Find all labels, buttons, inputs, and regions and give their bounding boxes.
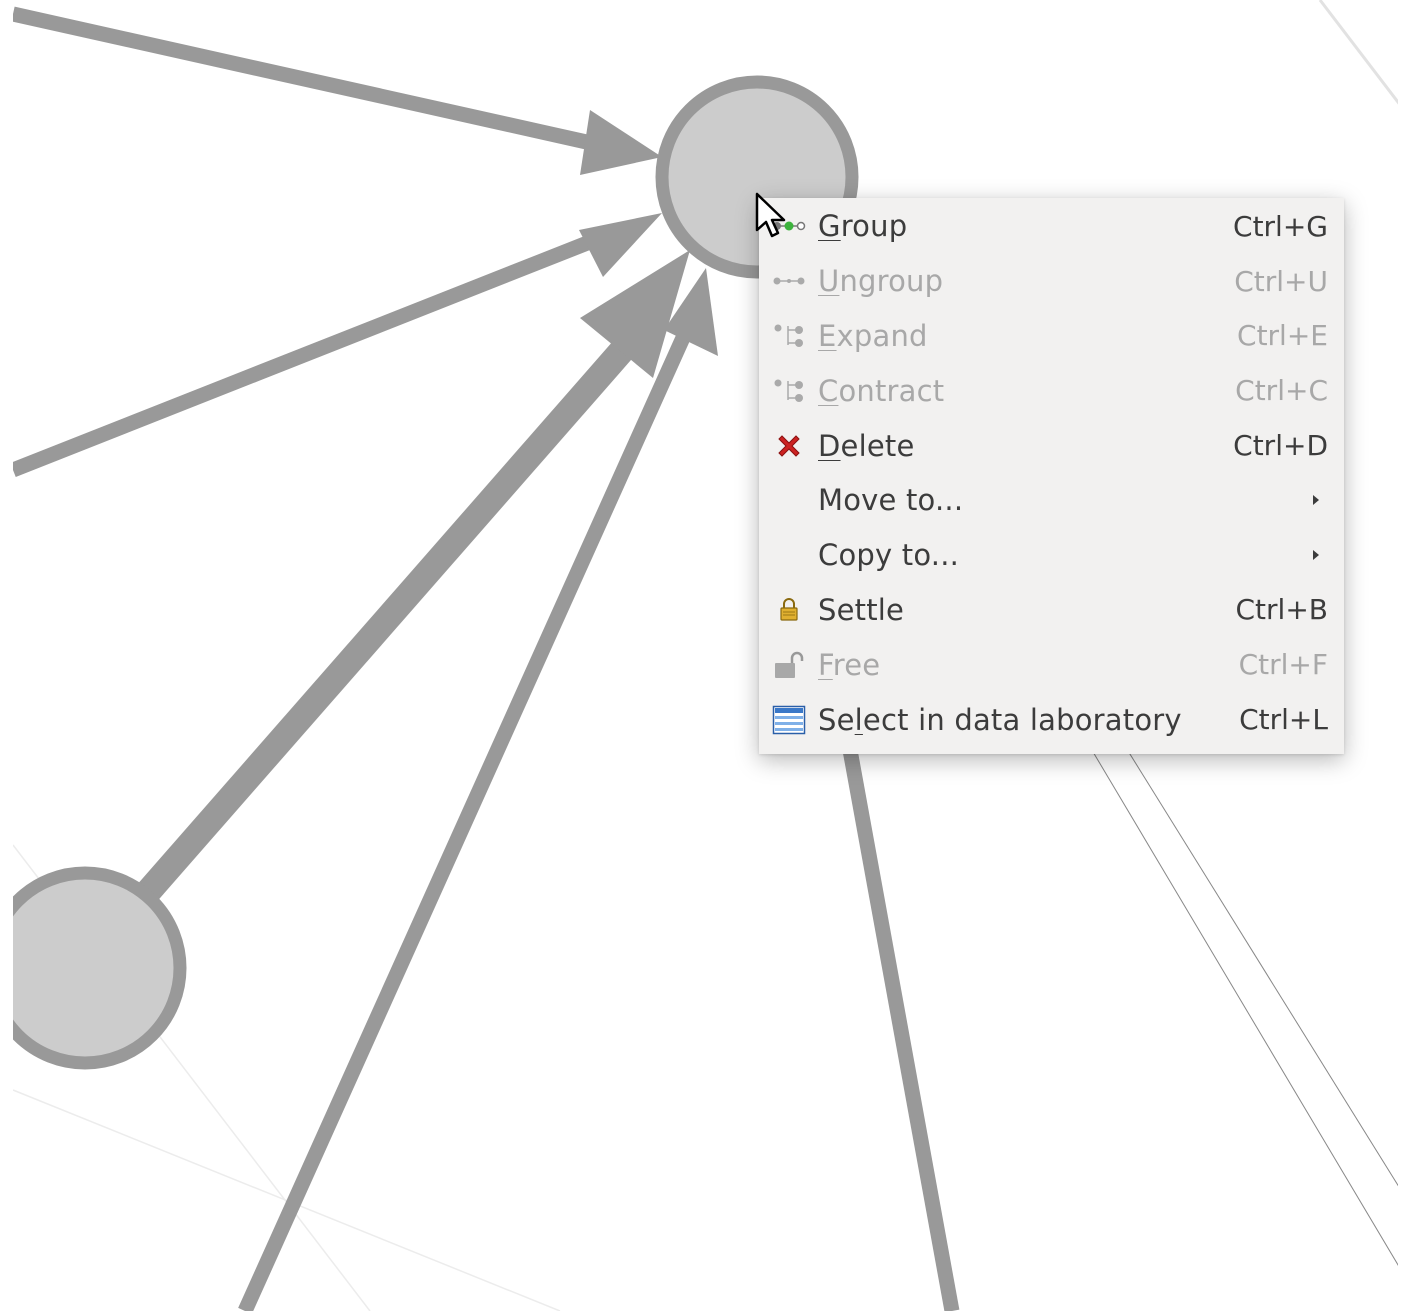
graph-edge (10, 231, 603, 477)
graph-edge (11, 6, 602, 153)
menu-item-label: Delete (818, 428, 915, 463)
delete-icon (759, 418, 818, 473)
menu-item-shortcut: Ctrl+E (1237, 319, 1328, 353)
menu-item-contract[interactable]: Contract Ctrl+C (759, 363, 1344, 418)
menu-item-label: Ungroup (818, 264, 944, 299)
viewport-border (0, 0, 13, 1311)
menu-item-shortcut: Ctrl+U (1234, 264, 1328, 298)
graph-edge (1079, 729, 1404, 1276)
graph-edge (1318, 0, 1404, 111)
ungroup-icon (759, 254, 818, 309)
graph-node[interactable] (0, 866, 187, 1070)
graph-edge (842, 748, 960, 1311)
submenu-arrow-icon (1313, 495, 1319, 506)
menu-item-ungroup[interactable]: Ungroup Ctrl+U (759, 254, 1344, 309)
menu-item-settle[interactable]: Settle Ctrl+B (759, 583, 1344, 638)
menu-item-label: Expand (818, 318, 928, 353)
menu-item-delete[interactable]: Delete Ctrl+D (759, 418, 1344, 473)
lock-icon (759, 583, 818, 638)
menu-item-copy-to[interactable]: Copy to... (759, 528, 1344, 583)
table-icon (759, 692, 818, 747)
contract-icon (759, 363, 818, 418)
expand-icon (759, 309, 818, 364)
menu-item-shortcut: Ctrl+G (1233, 209, 1328, 243)
menu-item-label: Free (818, 647, 881, 682)
menu-item-label: Settle (818, 592, 905, 627)
viewport-border (1398, 0, 1404, 1311)
menu-item-select-data-lab[interactable]: Select in data laboratory Ctrl+L (759, 692, 1344, 747)
unlock-icon (759, 637, 818, 692)
menu-icon-spacer (759, 473, 818, 528)
mouse-cursor-icon (755, 192, 786, 238)
graph-edge (238, 296, 707, 1311)
graph-edge (1114, 729, 1404, 1196)
menu-item-free[interactable]: Free Ctrl+F (759, 637, 1344, 692)
menu-item-label: Contract (818, 373, 945, 408)
menu-item-shortcut: Ctrl+D (1233, 429, 1328, 463)
edge-arrowhead (579, 213, 662, 277)
node-context-menu: Group Ctrl+G Ungroup Ctrl+U Expand Ctrl+E Cont… (759, 198, 1344, 754)
edge-arrowhead (580, 110, 662, 175)
menu-item-shortcut: Ctrl+B (1235, 593, 1329, 627)
submenu-arrow-icon (1313, 550, 1319, 561)
graph-edge (12, 1089, 561, 1311)
menu-item-label: Move to... (818, 483, 964, 518)
menu-item-expand[interactable]: Expand Ctrl+E (759, 309, 1344, 364)
menu-item-shortcut: Ctrl+C (1235, 374, 1328, 408)
menu-item-label: Select in data laboratory (818, 702, 1182, 737)
menu-icon-spacer (759, 528, 818, 583)
menu-item-shortcut: Ctrl+L (1239, 703, 1328, 737)
menu-item-move-to[interactable]: Move to... (759, 473, 1344, 528)
menu-item-label: Group (818, 209, 908, 244)
menu-item-label: Copy to... (818, 538, 960, 573)
menu-item-group[interactable]: Group Ctrl+G (759, 199, 1344, 254)
menu-item-shortcut: Ctrl+F (1238, 648, 1328, 682)
